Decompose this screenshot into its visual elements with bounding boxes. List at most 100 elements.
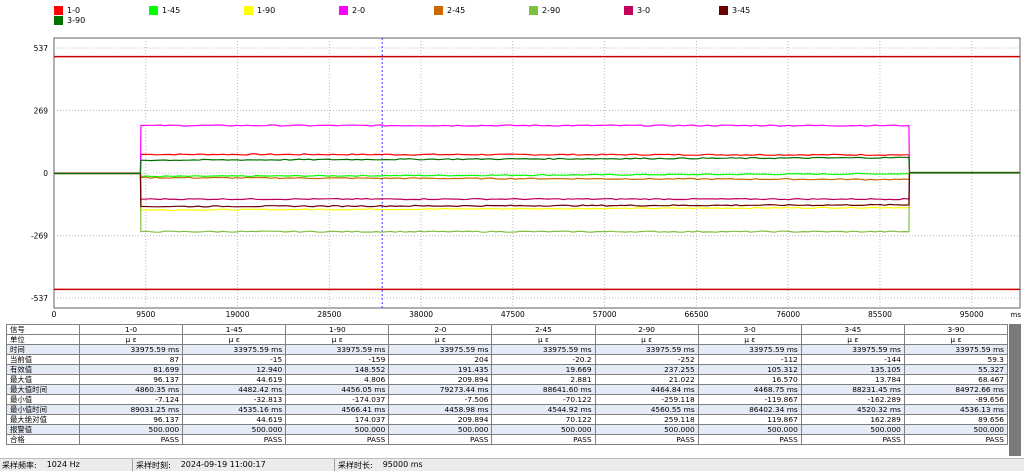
table-cell: μ ε <box>182 334 287 345</box>
x-tick-label: 19000 <box>226 310 250 319</box>
table-cell: μ ε <box>697 334 802 345</box>
table-cell: 4536.13 ms <box>903 404 1009 415</box>
column-header: 3-90 <box>903 324 1009 335</box>
table-cell: 16.570 <box>697 374 802 385</box>
table-cell: -119.867 <box>697 394 802 405</box>
table-cell: μ ε <box>285 334 390 345</box>
y-tick-label: 0 <box>43 169 48 178</box>
x-tick-label: 57000 <box>593 310 617 319</box>
x-tick-label: 95000 <box>960 310 984 319</box>
table-cell: 44.619 <box>182 374 287 385</box>
table-cell: 237.255 <box>594 364 699 375</box>
legend-item[interactable]: 2-45 <box>434 4 465 16</box>
table-cell: -89.656 <box>903 394 1009 405</box>
x-tick-label: 76000 <box>776 310 800 319</box>
row-label: 单位 <box>6 334 80 345</box>
sample-duration-label: 采样时长: <box>338 461 373 470</box>
table-cell: 119.867 <box>697 414 802 425</box>
table-cell: 33975.59 ms <box>594 344 699 355</box>
table-cell: -70.122 <box>491 394 596 405</box>
sample-time: 采样时刻: 2024-09-19 11:00:17 <box>136 460 266 471</box>
row-label: 报警值 <box>6 424 80 435</box>
legend-item[interactable]: 2-90 <box>529 4 560 16</box>
table-cell: 4520.32 ms <box>800 404 905 415</box>
row-label: 最大绝对值 <box>6 414 80 425</box>
row-label: 最小值时间 <box>6 404 80 415</box>
table-cell: 33975.59 ms <box>285 344 390 355</box>
legend-label: 2-0 <box>352 5 366 15</box>
row-label: 当前值 <box>6 354 80 365</box>
statistics-table-container: 信号 1-0 1-45 1-90 2-0 2-45 2-90 3-0 3-45 3-90 单位 μ ε… <box>6 324 1009 456</box>
row-label: 最大值时间 <box>6 384 80 395</box>
table-cell: 44.619 <box>182 414 287 425</box>
legend-swatch <box>624 5 633 15</box>
row-label: 合格 <box>6 434 80 445</box>
legend-swatch <box>529 5 538 15</box>
column-header: 3-0 <box>697 324 802 335</box>
table-cell: 84972.66 ms <box>903 384 1009 395</box>
x-tick-label: 85500 <box>868 310 892 319</box>
table-cell: 33975.59 ms <box>182 344 287 355</box>
table-cell: 500.000 <box>697 424 802 435</box>
table-cell: 105.312 <box>697 364 802 375</box>
strain-chart[interactable]: 0 9500 19000 28500 38000 47500 57000 66500 76000… <box>0 34 1024 320</box>
row-label: 有效值 <box>6 364 80 375</box>
sample-rate-value: 1024 Hz <box>46 460 80 469</box>
legend-item[interactable]: 1-45 <box>149 4 180 16</box>
table-row: 合格 PASS PASS PASS PASS PASS PASS PASS PASS PASS <box>6 434 1009 445</box>
table-cell: -7.506 <box>388 394 493 405</box>
table-row: 当前值 87 -15 -159 204 -20.2 -252 -112 -144 59.3 <box>6 354 1009 365</box>
table-cell: μ ε <box>594 334 699 345</box>
column-header: 2-45 <box>491 324 596 335</box>
table-cell: 89.656 <box>903 414 1009 425</box>
legend-item[interactable]: 3-0 <box>624 4 650 16</box>
table-cell: -144 <box>800 354 905 365</box>
sample-duration-value: 95000 ms <box>382 460 423 469</box>
table-row: 最小值 -7.124 -32.813 -174.037 -7.506 -70.122 -25… <box>6 394 1009 405</box>
table-cell: 59.3 <box>903 354 1009 365</box>
table-cell: 33975.59 ms <box>903 344 1009 355</box>
legend-swatch <box>719 5 728 15</box>
legend-item[interactable]: 1-90 <box>244 4 275 16</box>
row-label-header: 信号 <box>6 324 80 335</box>
y-tick-label: 537 <box>34 44 49 53</box>
table-cell: μ ε <box>903 334 1009 345</box>
row-label: 时间 <box>6 344 80 355</box>
table-cell: 209.894 <box>388 374 493 385</box>
x-unit-label: ms <box>1011 311 1022 319</box>
legend-item[interactable]: 2-0 <box>339 4 365 16</box>
column-header: 1-90 <box>285 324 390 335</box>
table-cell: μ ε <box>800 334 905 345</box>
legend-label: 2-90 <box>542 5 561 15</box>
table-cell: 4560.55 ms <box>594 404 699 415</box>
table-cell: 96.137 <box>78 374 184 385</box>
table-cell: -159 <box>285 354 390 365</box>
table-cell: 135.105 <box>800 364 905 375</box>
table-cell: 500.000 <box>388 424 493 435</box>
table-cell: PASS <box>903 434 1009 445</box>
column-header: 2-0 <box>388 324 493 335</box>
x-tick-label: 28500 <box>317 310 341 319</box>
table-cell: 4860.35 ms <box>78 384 184 395</box>
table-cell: 4458.98 ms <box>388 404 493 415</box>
column-header: 2-90 <box>594 324 699 335</box>
table-cell: -162.289 <box>800 394 905 405</box>
legend-item[interactable]: 3-45 <box>719 4 750 16</box>
legend-item[interactable]: 3-90 <box>54 14 85 26</box>
statistics-table: 信号 1-0 1-45 1-90 2-0 2-45 2-90 3-0 3-45 3-90 单位 μ ε… <box>6 324 1009 445</box>
sample-time-label: 采样时刻: <box>136 461 171 470</box>
table-cell: 33975.59 ms <box>491 344 596 355</box>
table-cell: 162.289 <box>800 414 905 425</box>
table-cell: -252 <box>594 354 699 365</box>
sample-rate: 采样频率: 1024 Hz <box>2 460 80 471</box>
table-row: 最大绝对值 96.137 44.619 174.037 209.894 70.122 259… <box>6 414 1009 425</box>
legend-label: 3-45 <box>732 5 751 15</box>
column-header: 1-0 <box>78 324 184 335</box>
legend-label: 3-90 <box>67 15 86 25</box>
table-cell: 204 <box>388 354 493 365</box>
table-row: 最大值时间 4860.35 ms 4482.42 ms 4456.05 ms 79273… <box>6 384 1009 395</box>
legend-label: 1-45 <box>162 5 181 15</box>
table-cell: 500.000 <box>903 424 1009 435</box>
table-scrollbar[interactable] <box>1009 324 1021 456</box>
table-cell: 500.000 <box>182 424 287 435</box>
